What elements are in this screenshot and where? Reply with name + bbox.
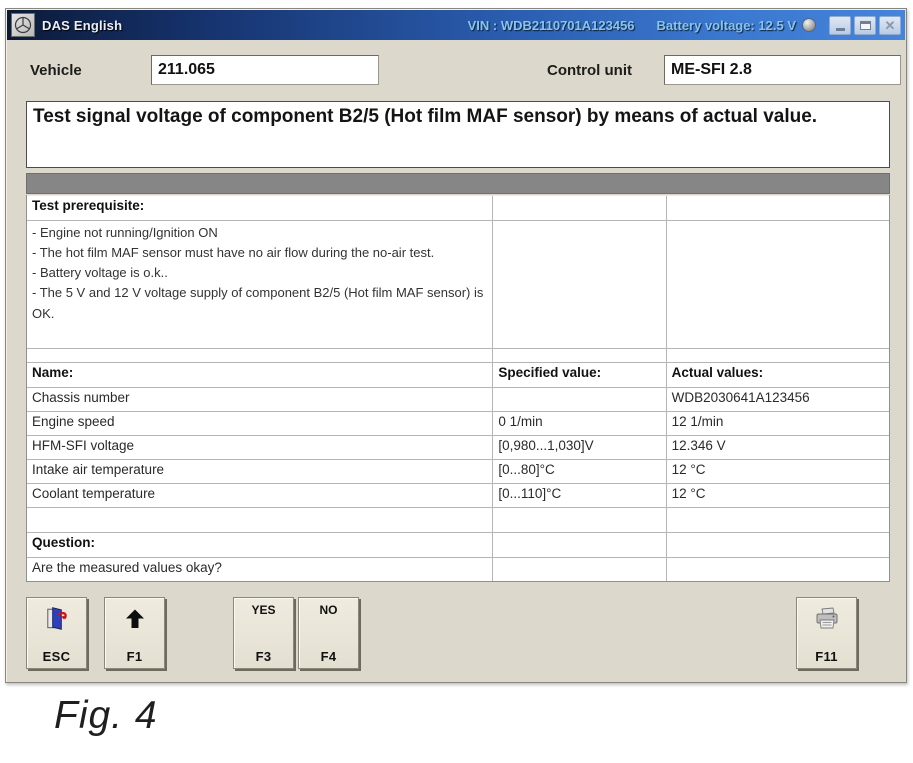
row-specified-value: [0,980...1,030]V [493, 436, 666, 459]
column-header-actual: Actual values: [667, 363, 889, 387]
table-row: Engine speed 0 1/min 12 1/min [27, 411, 889, 435]
row-name: Chassis number [27, 388, 493, 411]
close-button[interactable]: ✕ [879, 16, 901, 35]
mercedes-logo-icon [11, 13, 35, 37]
prerequisite-header: Test prerequisite: [27, 196, 493, 220]
row-name: Intake air temperature [27, 460, 493, 483]
f3-key-label: F3 [256, 649, 272, 664]
table-row: Chassis number WDB2030641A123456 [27, 387, 889, 411]
row-actual-value: 12.346 V [667, 436, 889, 459]
battery-status-icon [802, 18, 816, 32]
f11-key-label: F11 [815, 649, 838, 664]
row-name: Engine speed [27, 412, 493, 435]
row-name: HFM-SFI voltage [27, 436, 493, 459]
yes-button[interactable]: YES F3 [233, 597, 294, 669]
column-header-name: Name: [27, 363, 493, 387]
table-row: - Engine not running/Ignition ON - The h… [27, 220, 889, 348]
question-text: Are the measured values okay? [27, 558, 493, 581]
f1-button[interactable]: F1 [104, 597, 165, 669]
prerequisite-item: - Engine not running/Ignition ON [32, 223, 487, 243]
close-icon: ✕ [885, 19, 896, 32]
f1-key-label: F1 [127, 649, 143, 664]
separator-bar [26, 173, 890, 194]
row-specified-value: [0...80]°C [493, 460, 666, 483]
test-instruction-text: Test signal voltage of component B2/5 (H… [26, 101, 890, 168]
exit-door-icon [44, 603, 70, 635]
maximize-button[interactable] [854, 16, 876, 35]
table-row: Intake air temperature [0...80]°C 12 °C [27, 459, 889, 483]
row-specified-value: [0...110]°C [493, 484, 666, 507]
window-titlebar: DAS English VIN : WDB2110701A123456 Batt… [7, 10, 905, 40]
test-results-table: Test prerequisite: - Engine not running/… [26, 195, 890, 582]
function-key-bar: ESC F1 YES F3 NO F4 [6, 597, 906, 677]
control-unit-field[interactable] [664, 55, 901, 85]
table-spacer-row [27, 348, 889, 362]
window-title: DAS English [42, 18, 122, 33]
row-name: Coolant temperature [27, 484, 493, 507]
prerequisite-item: - The hot film MAF sensor must have no a… [32, 243, 487, 263]
no-label: NO [320, 603, 338, 617]
table-row: Are the measured values okay? [27, 557, 889, 581]
table-row: Coolant temperature [0...110]°C 12 °C [27, 483, 889, 507]
row-actual-value: WDB2030641A123456 [667, 388, 889, 411]
table-row: HFM-SFI voltage [0,980...1,030]V 12.346 … [27, 435, 889, 459]
maximize-icon [860, 21, 871, 30]
esc-button[interactable]: ESC [26, 597, 87, 669]
column-header-specified: Specified value: [493, 363, 666, 387]
figure-caption: Fig. 4 [54, 694, 158, 738]
f4-key-label: F4 [321, 649, 337, 664]
table-row: Question: [27, 532, 889, 557]
vin-readout: VIN : WDB2110701A123456 [468, 18, 635, 33]
prerequisite-list: - Engine not running/Ignition ON - The h… [27, 221, 493, 348]
row-specified-value: 0 1/min [493, 412, 666, 435]
vehicle-label: Vehicle [30, 62, 82, 79]
prerequisite-item: - Battery voltage is o.k.. [32, 263, 487, 283]
row-specified-value [493, 388, 666, 411]
table-row: Test prerequisite: [27, 195, 889, 220]
table-spacer-row [27, 507, 889, 532]
row-actual-value: 12 °C [667, 484, 889, 507]
das-window: DAS English VIN : WDB2110701A123456 Batt… [5, 8, 907, 683]
battery-voltage-readout: Battery voltage: 12.5 V [657, 18, 796, 33]
row-actual-value: 12 1/min [667, 412, 889, 435]
row-actual-value: 12 °C [667, 460, 889, 483]
yes-label: YES [251, 603, 275, 617]
control-unit-label: Control unit [547, 62, 632, 79]
minimize-icon [836, 28, 845, 31]
page: DAS English VIN : WDB2110701A123456 Batt… [0, 0, 913, 763]
minimize-button[interactable] [829, 16, 851, 35]
esc-key-label: ESC [43, 649, 71, 664]
print-button[interactable]: F11 [796, 597, 857, 669]
table-header-row: Name: Specified value: Actual values: [27, 362, 889, 387]
prerequisite-item: - The 5 V and 12 V voltage supply of com… [32, 283, 487, 323]
up-arrow-icon [123, 603, 147, 635]
question-header: Question: [27, 533, 493, 557]
vehicle-field[interactable] [151, 55, 379, 85]
no-button[interactable]: NO F4 [298, 597, 359, 669]
printer-icon [813, 603, 841, 635]
